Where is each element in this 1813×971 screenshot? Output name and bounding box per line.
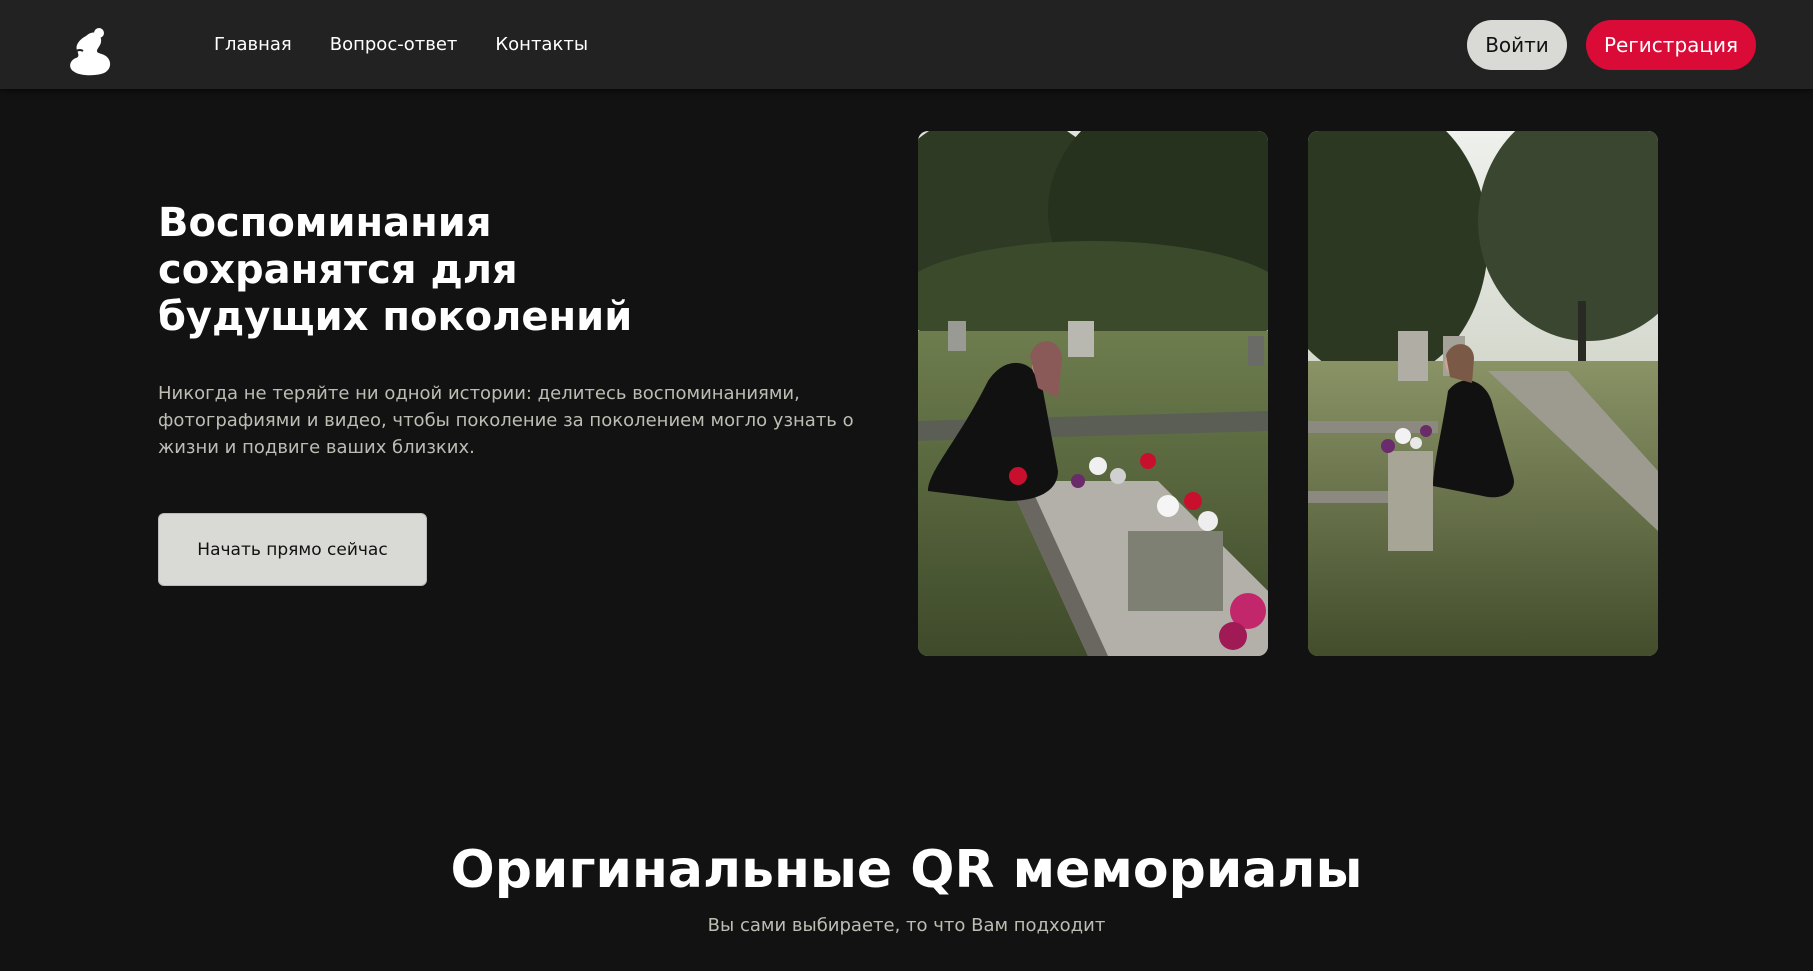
hero-photo-woman-at-grave	[918, 131, 1268, 656]
site-header: Главная Вопрос-ответ Контакты Войти Реги…	[0, 0, 1813, 89]
nav-faq-link[interactable]: Вопрос-ответ	[330, 34, 458, 55]
silhouette-logo-icon[interactable]	[66, 26, 120, 76]
section-title: Оригинальные QR мемориалы	[450, 840, 1363, 900]
main-nav: Главная Вопрос-ответ Контакты	[214, 0, 588, 89]
nav-home-link[interactable]: Главная	[214, 34, 292, 55]
login-button[interactable]: Войти	[1467, 20, 1567, 70]
register-button[interactable]: Регистрация	[1586, 20, 1756, 70]
hero-photo-woman-placing-flowers	[1308, 131, 1658, 656]
section-subtitle: Вы сами выбираете, то что Вам подходит	[707, 915, 1106, 936]
nav-contacts-link[interactable]: Контакты	[495, 34, 588, 55]
hero-title: Воспоминания сохранятся для будущих поко…	[158, 200, 633, 340]
start-now-button[interactable]: Начать прямо сейчас	[158, 513, 427, 586]
hero-description: Никогда не теряйте ни одной истории: дел…	[158, 383, 854, 458]
